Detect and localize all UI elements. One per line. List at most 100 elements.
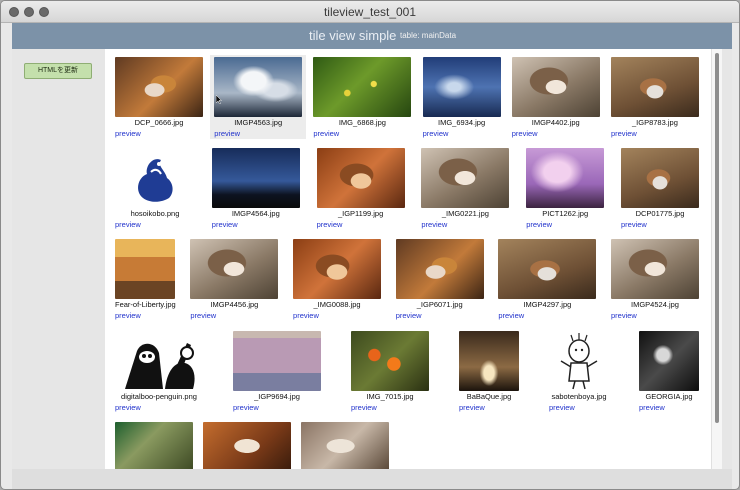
window-title: tileview_test_001 [323,5,417,19]
file-name: PICT1262.jpg [542,209,589,218]
tile: IMGP4297.jpg preview [494,237,600,321]
preview-link[interactable]: preview [293,311,381,320]
tile: BaBaQue.jpg preview [455,329,523,413]
flower-field-photo-thumbnail[interactable] [313,57,412,117]
cat-photo-thumbnail[interactable] [498,239,597,299]
tile: GEORGIA.jpg preview [635,329,703,413]
preview-link[interactable]: preview [233,403,321,412]
file-name: _IGP1199.jpg [337,209,384,218]
tile-row: digitalboo-penguin.png preview _IGP9694.… [105,329,711,413]
file-name: BaBaQue.jpg [466,392,512,401]
tile: _IGP9694.jpg preview [229,329,325,413]
file-name: GEORGIA.jpg [645,392,693,401]
tile: DCP01775.jpg preview [617,146,703,230]
preview-link[interactable]: preview [549,403,609,412]
tile: _IGP1199.jpg preview [313,146,409,230]
bw-photo-thumbnail[interactable] [639,331,699,391]
right-margin [722,49,732,469]
preview-link[interactable]: preview [639,403,699,412]
tile: hosoikobo.png preview [111,146,199,230]
painting-photo-thumbnail[interactable] [233,331,321,391]
app-window: tileview_test_001 tile view simple table… [0,0,740,490]
footer-bar [12,469,732,489]
file-name: IMG_6934.jpg [438,118,486,127]
tile: _IGP6071.jpg preview [392,237,488,321]
file-name: _IGP6071.jpg [416,300,463,309]
tile: IMGP4402.jpg preview [508,55,604,139]
cartoon-thumbnail[interactable] [549,331,609,391]
file-name: sabotenboya.jpg [551,392,607,401]
preview-link[interactable]: preview [214,129,302,138]
bar-photo-thumbnail[interactable] [459,331,519,391]
file-name: hosoikobo.png [130,209,180,218]
sky-photo-thumbnail[interactable] [422,57,501,117]
tile-row: Fear-of-Liberty.jpg preview IMGP4456.jpg… [105,237,711,321]
tile: digitalboo-penguin.png preview [111,329,207,413]
file-name: DCP_0666.jpg [134,118,184,127]
preview-link[interactable]: preview [115,220,195,229]
file-name: digitalboo-penguin.png [121,392,197,401]
preview-link[interactable]: preview [459,403,519,412]
preview-link[interactable]: preview [115,403,203,412]
preview-link[interactable]: preview [190,311,278,320]
file-name: _IGP9694.jpg [254,392,300,401]
file-name: IMG_6868.jpg [338,118,386,127]
preview-link[interactable]: preview [317,220,405,229]
preview-link[interactable]: preview [611,311,699,320]
file-name: IMGP4524.jpg [631,300,679,309]
preview-link[interactable]: preview [526,220,604,229]
book-cover-thumbnail[interactable] [115,239,176,299]
preview-link[interactable]: preview [421,220,509,229]
file-name: IMGP4402.jpg [531,118,580,127]
preview-link[interactable]: preview [512,129,600,138]
logo-thumbnail[interactable] [115,148,195,208]
page-header: tile view simple table: mainData [12,23,732,49]
preview-link[interactable]: preview [621,220,699,229]
saboten-boy-cartoon-icon [560,333,598,390]
file-name: DCP01775.jpg [635,209,685,218]
preview-link[interactable]: preview [313,129,411,138]
preview-link[interactable]: preview [351,403,429,412]
tile [199,420,295,469]
preview-link[interactable]: preview [115,129,203,138]
cat-photo-thumbnail[interactable] [316,148,405,208]
file-name: IMG_7015.jpg [366,392,414,401]
preview-link[interactable]: preview [423,129,501,138]
sky-photo-thumbnail[interactable] [214,57,303,117]
preview-link[interactable]: preview [115,311,176,320]
preview-link[interactable]: preview [396,311,484,320]
pointer-cursor-icon [216,95,223,104]
cat-photo-thumbnail[interactable] [611,239,699,299]
cat-photo-thumbnail[interactable] [395,239,484,299]
tile: IMGP4456.jpg preview [186,237,282,321]
refresh-html-button[interactable]: HTMLを更新 [24,63,92,79]
cat-photo-thumbnail[interactable] [511,57,600,117]
tile: _IGP8783.jpg preview [607,55,703,139]
cat-photo-thumbnail[interactable] [421,148,510,208]
tree-photo-thumbnail[interactable] [115,422,193,469]
cat-photo-thumbnail[interactable] [620,148,699,208]
preview-link[interactable]: preview [498,311,596,320]
cat-photo-thumbnail[interactable] [115,57,203,117]
preview-link[interactable]: preview [611,129,699,138]
dusk-sky-photo-thumbnail[interactable] [211,148,300,208]
blossom-photo-thumbnail[interactable] [526,148,605,208]
tile-row: DCP_0666.jpg preview IMGP4563.jpg previe… [105,55,711,139]
file-name: Fear-of-Liberty.jpg [115,300,176,309]
tile: IMGP4524.jpg preview [607,237,703,321]
cat-photo-thumbnail[interactable] [190,239,279,299]
flower-photo-thumbnail[interactable] [351,331,429,391]
vertical-scrollbar[interactable] [711,49,722,469]
cat-photo-thumbnail[interactable] [610,57,699,117]
tile-grid: DCP_0666.jpg preview IMGP4563.jpg previe… [105,49,711,469]
scrollbar-thumb[interactable] [715,53,719,423]
cat-photo-thumbnail[interactable] [301,422,389,469]
preview-link[interactable]: preview [212,220,300,229]
sidebar: HTMLを更新 [12,49,105,469]
tile-row [105,420,711,469]
cartoon-thumbnail[interactable] [115,331,203,391]
tile: IMGP4564.jpg preview [208,146,304,230]
cat-photo-thumbnail[interactable] [203,422,291,469]
tile: PICT1262.jpg preview [522,146,608,230]
cat-photo-thumbnail[interactable] [293,239,382,299]
